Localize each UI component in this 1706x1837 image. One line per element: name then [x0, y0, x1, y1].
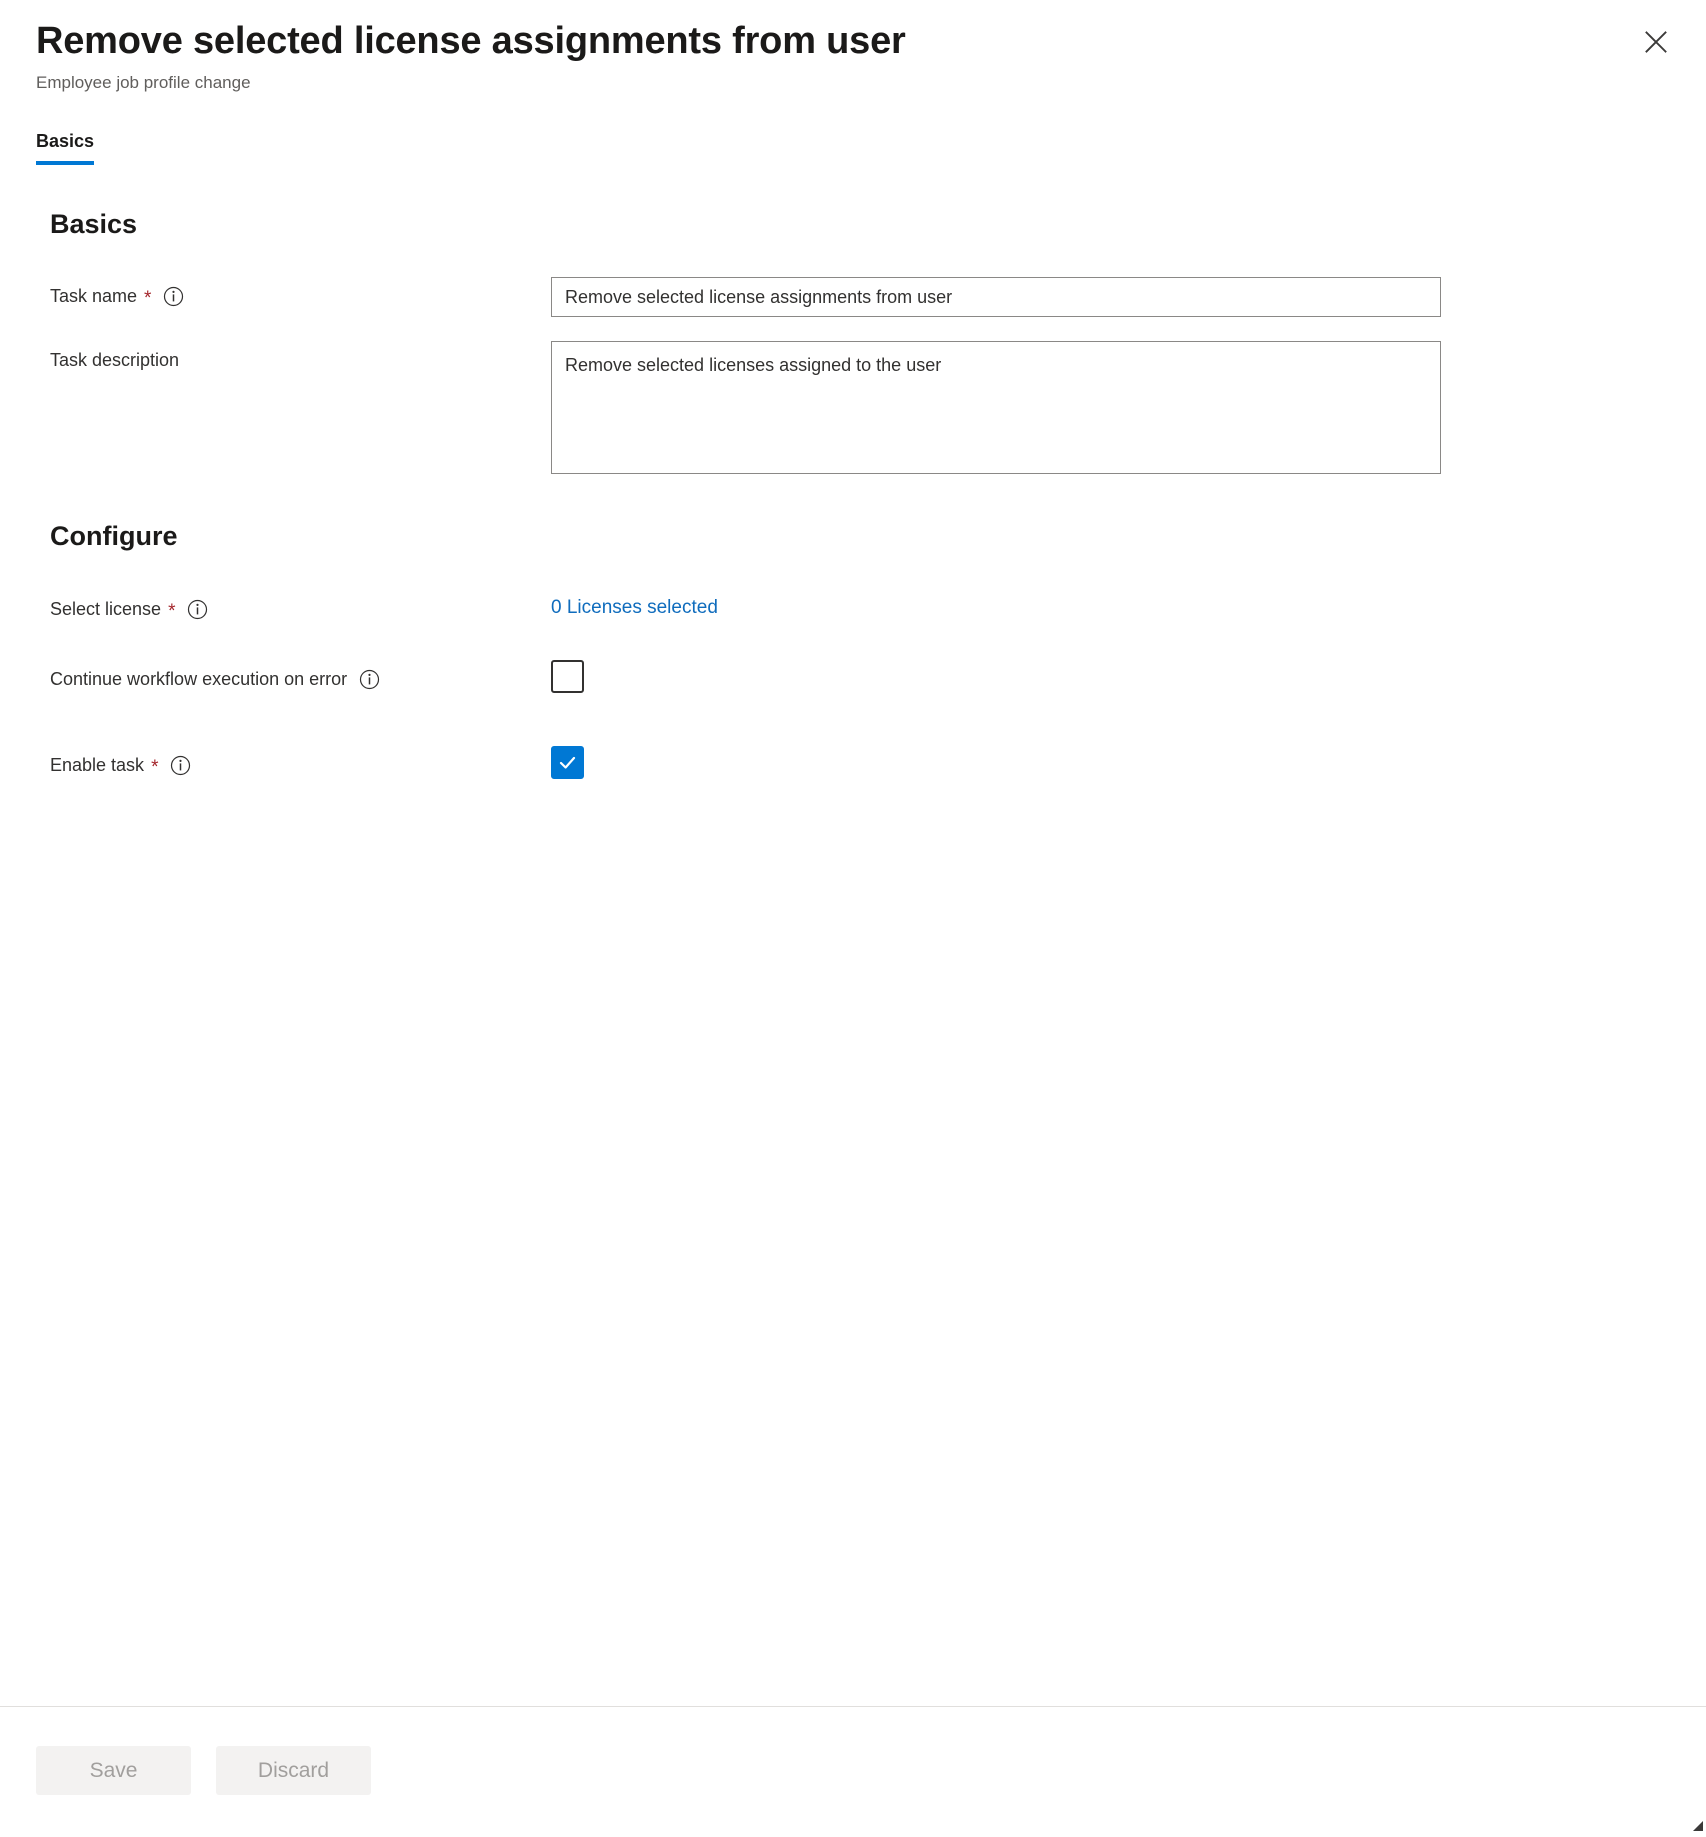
blade-header: Remove selected license assignments from…	[0, 0, 1706, 93]
form-row-enable-task: Enable task *	[50, 746, 1670, 780]
blade-body: Basics Task name * Task description C	[0, 208, 1706, 780]
form-row-select-license: Select license * 0 Licenses selected	[50, 590, 1670, 622]
task-name-input[interactable]	[551, 277, 1441, 318]
continue-on-error-control	[551, 660, 1670, 698]
tabstrip: Basics	[0, 131, 1706, 165]
save-button[interactable]: Save	[36, 1746, 191, 1795]
task-description-label-text: Task description	[50, 350, 180, 371]
page-title: Remove selected license assignments from…	[36, 20, 906, 62]
task-description-textarea[interactable]	[551, 341, 1441, 475]
continue-on-error-label: Continue workflow execution on error	[50, 660, 551, 690]
enable-task-control	[551, 746, 1670, 780]
section-heading-configure: Configure	[50, 521, 178, 552]
licenses-selected-link[interactable]: 0 Licenses selected	[551, 590, 718, 619]
discard-button[interactable]: Discard	[216, 1746, 371, 1795]
info-icon[interactable]	[163, 286, 184, 307]
required-asterisk: *	[144, 287, 152, 309]
form-row-continue-on-error: Continue workflow execution on error	[50, 660, 1670, 698]
info-icon[interactable]	[170, 755, 191, 776]
continue-on-error-checkbox[interactable]	[551, 660, 584, 694]
continue-on-error-label-text: Continue workflow execution on error	[50, 669, 348, 690]
tab-basics[interactable]: Basics	[36, 130, 95, 165]
task-name-label-text: Task name	[50, 286, 138, 307]
enable-task-label-text: Enable task	[50, 755, 145, 776]
select-license-label: Select license *	[50, 590, 551, 622]
select-license-control: 0 Licenses selected	[551, 590, 1670, 619]
enable-task-checkbox[interactable]	[551, 746, 584, 780]
task-name-control	[551, 277, 1670, 318]
task-name-label: Task name *	[50, 277, 551, 309]
close-icon	[1643, 29, 1669, 55]
resize-grip[interactable]	[1690, 1818, 1704, 1832]
select-license-label-text: Select license	[50, 599, 162, 620]
info-icon[interactable]	[187, 599, 208, 620]
required-asterisk: *	[151, 756, 159, 778]
blade-footer: Save Discard	[0, 1706, 1706, 1834]
required-asterisk: *	[168, 600, 176, 622]
task-description-label: Task description	[50, 341, 551, 371]
form-row-task-description: Task description	[50, 341, 1670, 475]
page-subtitle: Employee job profile change	[36, 72, 251, 92]
task-description-control	[551, 341, 1670, 475]
close-button[interactable]	[1634, 20, 1678, 64]
section-heading-basics: Basics	[50, 208, 138, 239]
tab-basics-label: Basics	[36, 130, 95, 151]
enable-task-label: Enable task *	[50, 746, 551, 778]
info-icon[interactable]	[359, 669, 380, 690]
form-row-task-name: Task name *	[50, 277, 1670, 318]
